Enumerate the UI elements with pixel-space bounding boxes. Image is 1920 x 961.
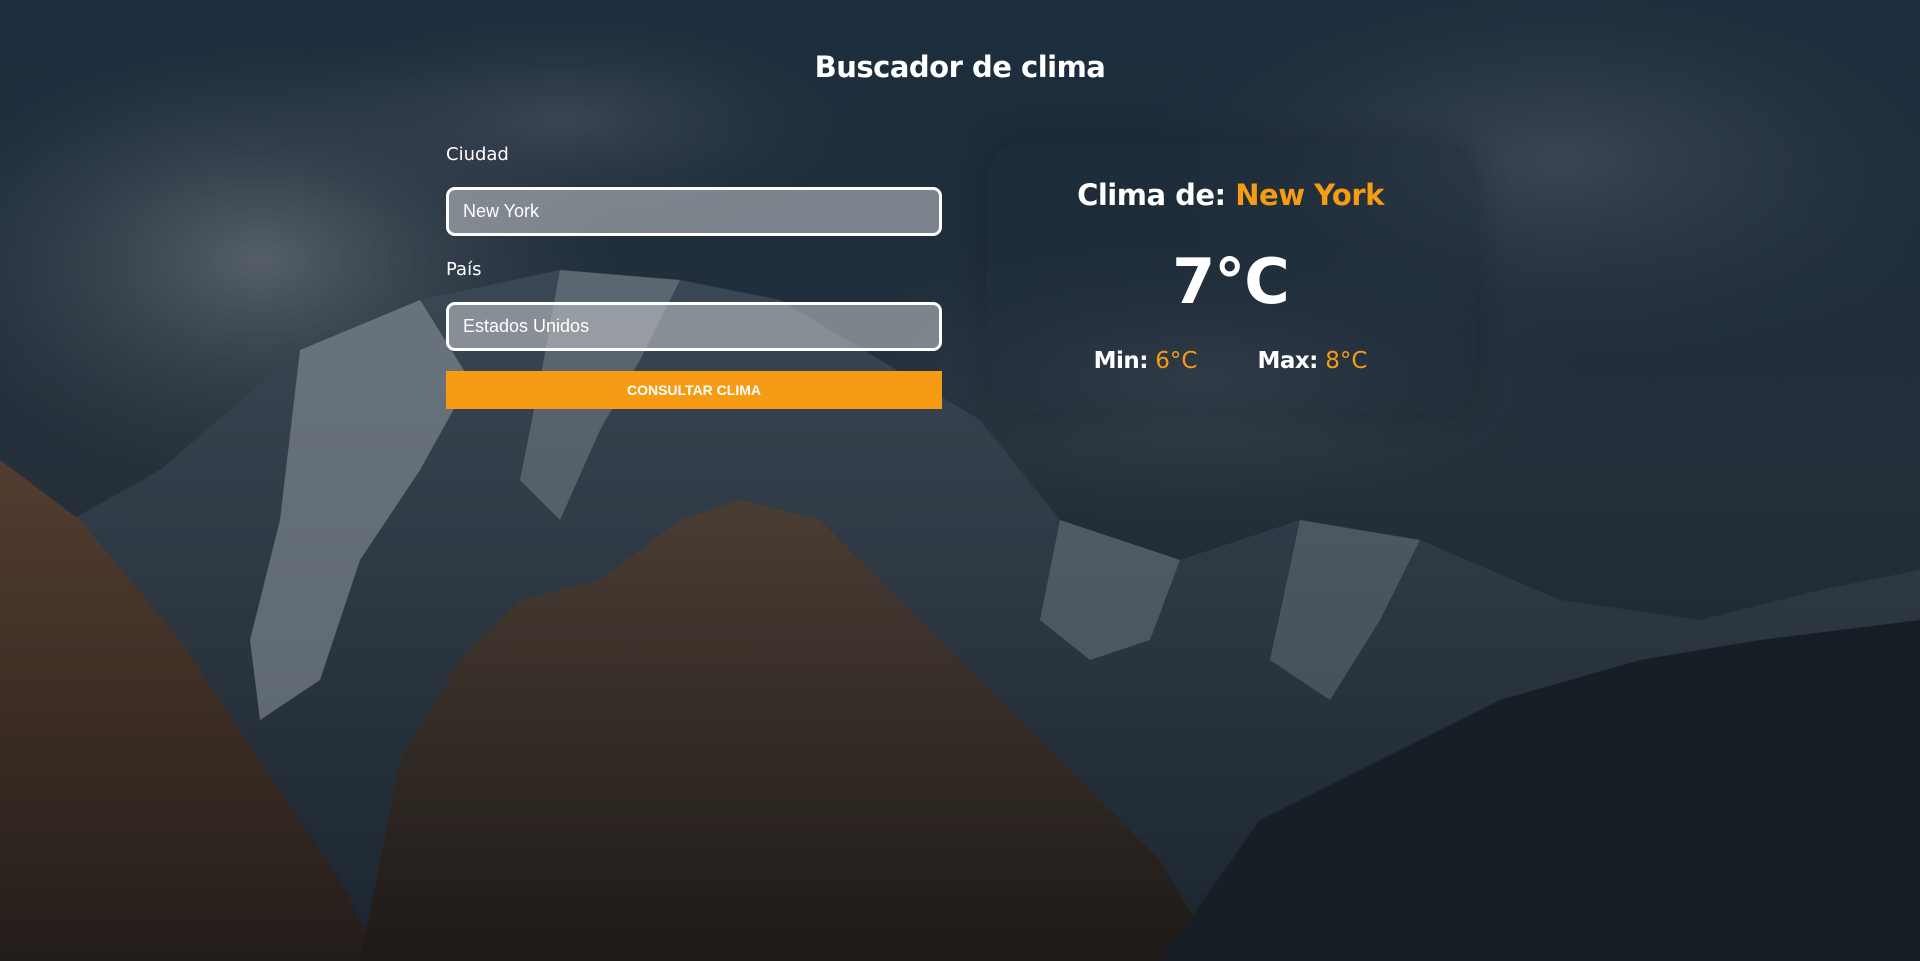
min-value: 6°C [1155,348,1198,374]
min-label: Min: [1093,348,1149,374]
city-label: Ciudad [446,144,509,165]
min-temperature: Min: 6°C [1094,348,1198,374]
city-input[interactable] [446,187,942,236]
background-image [0,0,1920,961]
country-input[interactable] [446,302,942,351]
max-value: 8°C [1325,348,1368,374]
min-max-row: Min: 6°C Max: 8°C [986,348,1475,374]
max-temperature: Max: 8°C [1257,348,1367,374]
result-heading: Clima de: New York [986,178,1475,212]
weather-result-card: Clima de: New York 7°C Min: 6°C Max: 8°C [986,143,1475,413]
max-label: Max: [1257,348,1318,374]
page-title: Buscador de clima [814,50,1106,84]
current-temperature: 7°C [1172,245,1290,318]
country-label: País [446,259,482,280]
result-city: New York [1235,178,1384,212]
consult-weather-button[interactable]: Consultar clima [446,371,942,409]
result-heading-prefix: Clima de: [1077,178,1226,212]
weather-search-form: Ciudad País Consultar clima [446,144,942,409]
